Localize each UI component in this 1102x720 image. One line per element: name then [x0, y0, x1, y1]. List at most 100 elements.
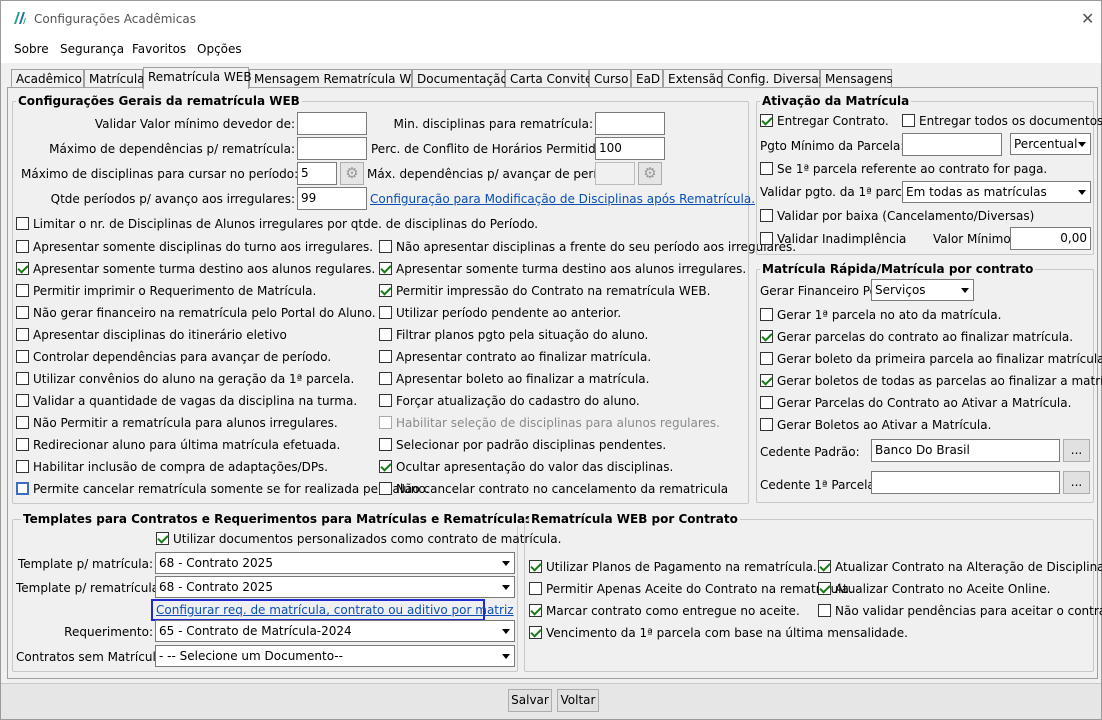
menu-sobre[interactable]: Sobre [14, 42, 49, 56]
configurar-req-link[interactable]: Configurar req. de matrícula, contrato o… [156, 603, 514, 617]
gerais-left-checkbox[interactable]: Habilitar inclusão de compra de adaptaçõ… [16, 460, 328, 476]
matricula-rapida-checkbox[interactable]: Gerar parcelas do contrato ao finalizar … [760, 330, 1073, 346]
validar-pgto-select[interactable]: Em todas as matrículas [902, 181, 1091, 203]
tab-rematricula-web[interactable]: Rematrícula WEB [143, 67, 252, 89]
checkbox-box[interactable] [529, 626, 542, 639]
menu-favoritos[interactable]: Favoritos [132, 42, 186, 56]
menu-opcoes[interactable]: Opções [197, 42, 242, 56]
checkbox-box[interactable] [902, 114, 915, 127]
min-disciplinas-input[interactable] [595, 112, 665, 135]
cedente-padrao-input[interactable]: Banco Do Brasil [871, 439, 1060, 462]
checkbox-box[interactable] [16, 306, 29, 319]
checkbox-box[interactable] [760, 232, 773, 245]
checkbox-box[interactable] [16, 217, 29, 230]
checkbox-box[interactable] [379, 394, 392, 407]
checkbox-box[interactable] [379, 328, 392, 341]
gerais-left-checkbox[interactable]: Validar a quantidade de vagas da discipl… [16, 394, 357, 410]
checkbox-box[interactable] [760, 209, 773, 222]
validar-inadimplencia-checkbox[interactable]: Validar Inadimplência [760, 232, 906, 248]
tipo-select[interactable]: Percentual [1010, 133, 1091, 155]
gerais-right-checkbox[interactable]: Apresentar contrato ao finalizar matrícu… [379, 350, 651, 366]
template-rematricula-select[interactable]: 68 - Contrato 2025 [155, 576, 515, 598]
max-disciplinas-input[interactable]: 5 [297, 162, 337, 185]
gerais-right-checkbox[interactable]: Ocultar apresentação do valor das discip… [379, 460, 673, 476]
checkbox-box[interactable] [379, 416, 392, 429]
checkbox-box[interactable] [16, 372, 29, 385]
limitar-checkbox[interactable]: Limitar o nr. de Disciplinas de Alunos i… [16, 217, 538, 233]
max-dependencias-input[interactable] [297, 137, 367, 160]
gerais-left-checkbox[interactable]: Apresentar somente disciplinas do turno … [16, 240, 373, 256]
checkbox-box[interactable] [379, 284, 392, 297]
contrato-right-checkbox[interactable]: Atualizar Contrato no Aceite Online. [818, 582, 1050, 598]
checkbox-box[interactable] [156, 532, 169, 545]
checkbox-box[interactable] [760, 418, 773, 431]
checkbox-box[interactable] [379, 482, 392, 495]
contrato-left-checkbox[interactable]: Marcar contrato como entregue no aceite. [529, 604, 800, 620]
config-modificacao-link[interactable]: Configuração para Modificação de Discipl… [370, 192, 755, 206]
contrato-left-checkbox[interactable]: Vencimento da 1ª parcela com base na últ… [529, 626, 908, 642]
checkbox-box[interactable] [379, 240, 392, 253]
menu-seguranca[interactable]: Segurança [60, 42, 124, 56]
matricula-rapida-checkbox[interactable]: Gerar 1ª parcela no ato da matrícula. [760, 308, 1001, 324]
close-icon[interactable]: ✕ [1081, 9, 1094, 28]
tab-mensagens[interactable]: Mensagens [820, 69, 893, 88]
perc-conflito-input[interactable]: 100 [595, 137, 665, 160]
gerais-left-checkbox[interactable]: Apresentar disciplinas do itinerário ele… [16, 328, 287, 344]
tab-extensao[interactable]: Extensão [663, 69, 723, 88]
checkbox-box[interactable] [16, 284, 29, 297]
checkbox-box[interactable] [818, 560, 831, 573]
contrato-right-checkbox[interactable]: Atualizar Contrato na Alteração de Disci… [818, 560, 1102, 576]
checkbox-box[interactable] [818, 582, 831, 595]
checkbox-box[interactable] [16, 394, 29, 407]
gerais-left-checkbox[interactable]: Não gerar financeiro na rematrícula pelo… [16, 306, 376, 322]
checkbox-box[interactable] [379, 460, 392, 473]
matricula-rapida-checkbox[interactable]: Gerar Boletos ao Ativar a Matrícula. [760, 418, 991, 434]
tab-curso[interactable]: Curso [589, 69, 631, 88]
checkbox-box[interactable] [760, 352, 773, 365]
gerais-right-checkbox[interactable]: Selecionar por padrão disciplinas penden… [379, 438, 666, 454]
back-button[interactable]: Voltar [557, 689, 599, 712]
tab-matricula[interactable]: Matrícula [84, 69, 145, 88]
gerais-right-checkbox[interactable]: Utilizar período pendente ao anterior. [379, 306, 621, 322]
checkbox-box[interactable] [16, 482, 29, 495]
se-primeira-checkbox[interactable]: Se 1ª parcela referente ao contrato for … [760, 162, 1047, 178]
pgto-minimo-input[interactable] [902, 133, 1002, 156]
gerais-right-checkbox[interactable]: Permitir impressão do Contrato na rematr… [379, 284, 710, 300]
gerais-right-checkbox[interactable]: Não apresentar disciplinas a frente do s… [379, 240, 796, 256]
checkbox-box[interactable] [760, 374, 773, 387]
entregar-contrato-checkbox[interactable]: Entregar Contrato. [760, 114, 889, 130]
checkbox-box[interactable] [760, 308, 773, 321]
cedente-primeira-input[interactable] [871, 471, 1060, 494]
valor-minimo-ativ-input[interactable]: 0,00 [1010, 227, 1091, 250]
checkbox-box[interactable] [16, 350, 29, 363]
gerais-left-checkbox[interactable]: Utilizar convênios do aluno na geração d… [16, 372, 354, 388]
checkbox-box[interactable] [379, 306, 392, 319]
tab-config-diversas[interactable]: Config. Diversas [722, 69, 825, 88]
checkbox-box[interactable] [16, 416, 29, 429]
gear-icon[interactable]: ⚙ [340, 162, 364, 185]
tab-mensagem-rematricula[interactable]: Mensagem Rematrícula WEB [249, 69, 427, 88]
gerais-right-checkbox[interactable]: Forçar atualização do cadastro do aluno. [379, 394, 640, 410]
contrato-left-checkbox[interactable]: Utilizar Planos de Pagamento na rematríc… [529, 560, 817, 576]
gerar-financeiro-select[interactable]: Serviços [871, 279, 974, 301]
gerais-left-checkbox[interactable]: Permite cancelar rematrícula somente se … [16, 482, 429, 498]
cedente-padrao-browse-button[interactable]: ... [1063, 439, 1090, 462]
validar-baixa-checkbox[interactable]: Validar por baixa (Cancelamento/Diversas… [760, 209, 1034, 225]
checkbox-box[interactable] [760, 330, 773, 343]
checkbox-box[interactable] [379, 262, 392, 275]
matricula-rapida-checkbox[interactable]: Gerar boletos de todas as parcelas ao fi… [760, 374, 1102, 390]
matricula-rapida-checkbox[interactable]: Gerar Parcelas do Contrato ao Ativar a M… [760, 396, 1071, 412]
gerais-right-checkbox[interactable]: Apresentar boleto ao finalizar a matrícu… [379, 372, 649, 388]
contratos-sem-matricula-select[interactable]: - -- Selecione um Documento-- [155, 645, 515, 667]
gerais-right-checkbox[interactable]: Filtrar planos pgto pela situação do alu… [379, 328, 648, 344]
qtde-periodos-input[interactable]: 99 [297, 187, 367, 210]
tab-academico[interactable]: Acadêmico [11, 69, 84, 88]
gerais-left-checkbox[interactable]: Redirecionar aluno para última matrícula… [16, 438, 340, 454]
checkbox-box[interactable] [529, 582, 542, 595]
valor-minimo-input[interactable] [297, 112, 367, 135]
gerais-right-checkbox[interactable]: Apresentar somente turma destino aos alu… [379, 262, 746, 278]
gerais-left-checkbox[interactable]: Não Permitir a rematrícula para alunos i… [16, 416, 338, 432]
tab-ead[interactable]: EaD [631, 69, 663, 88]
requerimento-select[interactable]: 65 - Contrato de Matrícula-2024 [155, 620, 515, 642]
utilizar-documentos-checkbox[interactable]: Utilizar documentos personalizados como … [156, 532, 561, 548]
